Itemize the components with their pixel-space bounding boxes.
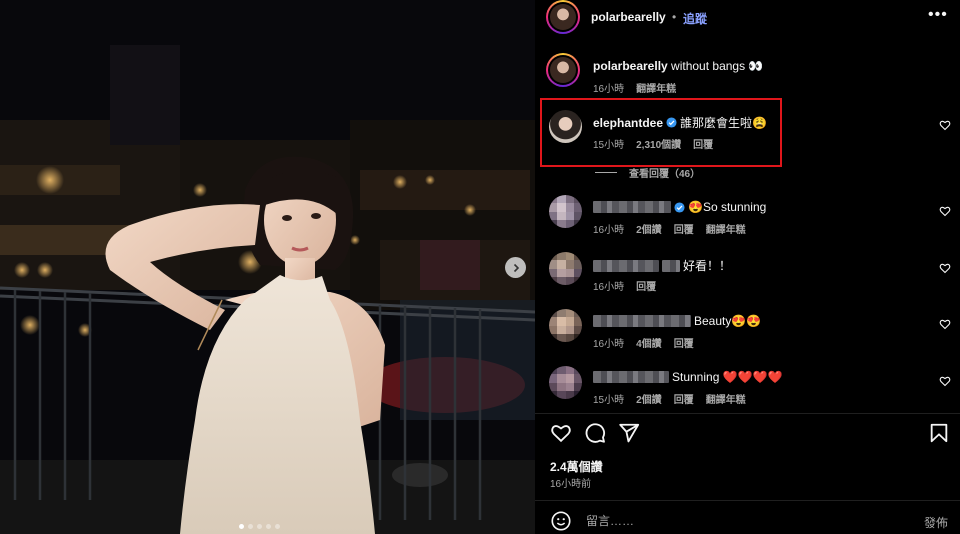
highlight-box (540, 98, 782, 167)
translate-button[interactable]: 翻譯年糕 (706, 221, 746, 236)
like-comment-heart-icon[interactable] (939, 262, 951, 274)
comment-meta: 16小時 4個讚 回覆 (593, 335, 694, 350)
comment-text: 😍So stunning (688, 200, 767, 214)
follow-button[interactable]: 追蹤 (683, 10, 707, 27)
caption-meta: 16小時 翻譯年糕 (593, 80, 676, 95)
comment-text: Stunning ❤️❤️❤️❤️ (672, 370, 783, 384)
chevron-right-icon (513, 263, 519, 272)
reply-button[interactable]: 回覆 (636, 278, 656, 293)
view-replies-button[interactable]: 查看回覆（46） (595, 165, 700, 180)
post-action-bar (550, 422, 950, 446)
view-replies-label[interactable]: 查看回覆（46） (629, 165, 700, 180)
caption-author[interactable]: polarbearelly (593, 59, 668, 73)
comment: 好看！！ (593, 257, 731, 274)
translate-button[interactable]: 翻譯年糕 (706, 391, 746, 406)
comment-time: 15小時 (593, 395, 625, 406)
comment-likes[interactable]: 2個讚 (636, 221, 662, 236)
reply-button[interactable]: 回覆 (674, 221, 694, 236)
author-avatar[interactable] (546, 0, 580, 34)
like-comment-heart-icon[interactable] (939, 205, 951, 217)
carousel-next-button[interactable] (505, 257, 526, 278)
comment-meta: 15小時 2個讚 回覆 翻譯年糕 (593, 391, 746, 406)
like-comment-heart-icon[interactable] (939, 119, 951, 131)
post-timestamp: 16小時前 (550, 479, 592, 490)
share-icon[interactable] (618, 422, 640, 444)
comment-username-blurred[interactable] (593, 371, 669, 383)
caption-text: without bangs 👀 (671, 59, 764, 73)
comment-likes[interactable]: 2個讚 (636, 391, 662, 406)
divider (535, 413, 960, 414)
comment-username-blurred (662, 259, 680, 272)
carousel-indicator (239, 524, 280, 529)
comment-meta: 16小時 2個讚 回覆 翻譯年糕 (593, 221, 746, 236)
translate-button[interactable]: 翻譯年糕 (636, 80, 676, 95)
author-username[interactable]: polarbearelly (591, 10, 666, 24)
post-comment-button[interactable]: 發佈 (924, 514, 948, 531)
bookmark-icon[interactable] (928, 422, 950, 444)
heart-icon[interactable] (550, 422, 572, 444)
comment-text: Beauty😍😍 (694, 314, 762, 328)
comment-time: 16小時 (593, 339, 625, 350)
post-photo[interactable] (0, 0, 535, 534)
comment-avatar[interactable] (549, 309, 582, 342)
comment-composer: 發佈 (550, 510, 950, 532)
comment-avatar[interactable] (549, 366, 582, 399)
post-header: polarbearelly • 追蹤 ••• (535, 0, 960, 36)
comment-text: 好看！！ (683, 259, 732, 273)
caption-author-avatar[interactable] (546, 53, 580, 87)
likes-count[interactable]: 2.4萬個讚 (550, 458, 603, 475)
like-comment-heart-icon[interactable] (939, 318, 951, 330)
comment: Stunning ❤️❤️❤️❤️ (593, 370, 782, 384)
more-horizontal-icon[interactable]: ••• (928, 6, 948, 24)
comment-avatar[interactable] (549, 252, 582, 285)
comment-time: 16小時 (593, 282, 625, 293)
caption: polarbearelly without bangs 👀 (593, 59, 763, 73)
carousel-dot (275, 524, 280, 529)
comment-username-blurred[interactable] (593, 315, 691, 327)
comment-likes[interactable]: 4個讚 (636, 335, 662, 350)
photo-image (0, 0, 535, 534)
caption-time: 16小時 (593, 84, 625, 95)
comment-icon[interactable] (584, 422, 606, 444)
carousel-dot (266, 524, 271, 529)
reply-button[interactable]: 回覆 (674, 335, 694, 350)
separator-dot: • (672, 10, 677, 24)
comment-time: 16小時 (593, 225, 625, 236)
verified-badge-icon (674, 201, 685, 213)
carousel-dot (248, 524, 253, 529)
post-side-panel: polarbearelly • 追蹤 ••• polarbearelly wit… (535, 0, 960, 534)
divider (535, 500, 960, 501)
like-comment-heart-icon[interactable] (939, 375, 951, 387)
comment: Beauty😍😍 (593, 314, 761, 328)
emoji-icon[interactable] (550, 510, 572, 532)
comment-username-blurred[interactable] (593, 259, 659, 272)
comment-username-blurred[interactable] (593, 201, 671, 213)
comment-meta: 16小時 回覆 (593, 278, 656, 293)
reply-button[interactable]: 回覆 (674, 391, 694, 406)
comment: 😍So stunning (593, 200, 766, 214)
carousel-dot (257, 524, 262, 529)
comment-input[interactable] (586, 514, 886, 528)
comment-avatar[interactable] (549, 195, 582, 228)
carousel-dot (239, 524, 244, 529)
